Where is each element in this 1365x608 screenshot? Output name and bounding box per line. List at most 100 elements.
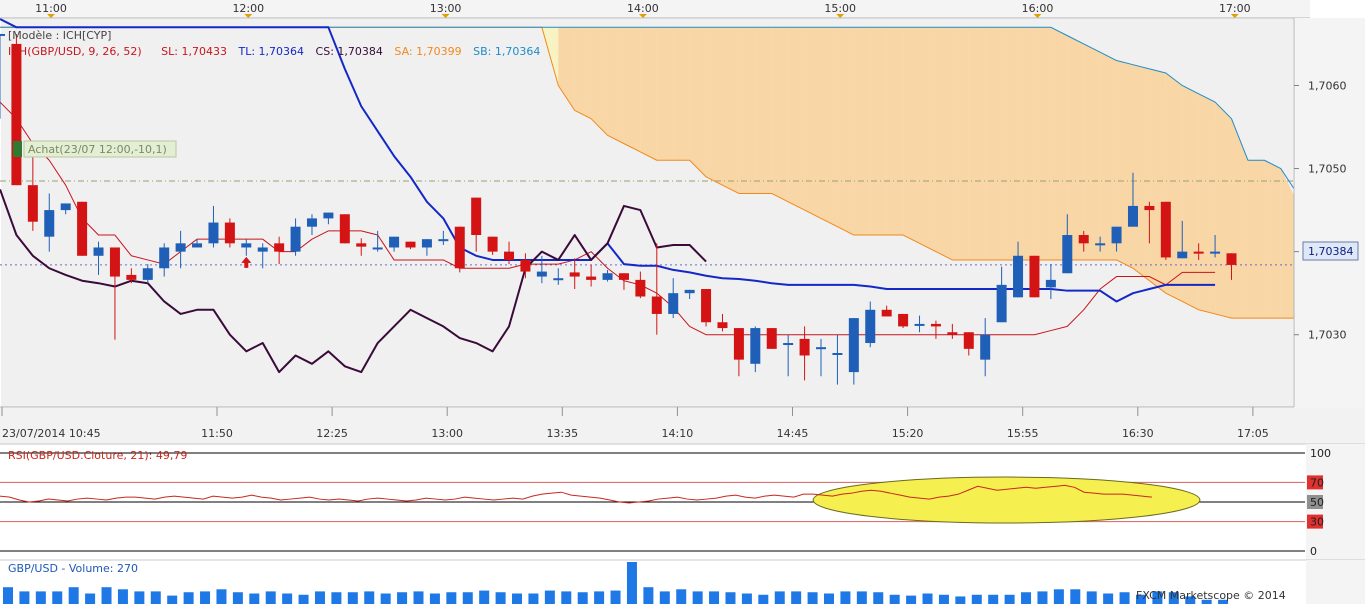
candle-body: [947, 332, 958, 335]
candle-body: [668, 293, 679, 314]
candle-body: [553, 278, 564, 281]
candle-body: [881, 309, 892, 317]
volume-bar: [1103, 593, 1114, 604]
volume-bar: [1004, 594, 1015, 604]
trade-marker[interactable]: Achat(23/07 12:00,-10,1): [13, 140, 177, 158]
cloud-segment: [837, 27, 854, 236]
candle-body: [356, 243, 367, 247]
candle-body: [504, 251, 515, 260]
candle-body: [520, 259, 531, 272]
cloud-segment: [1132, 64, 1150, 281]
rsi-panel-label: RSI(GBP/USD.Cloture, 21): 49,79: [8, 449, 187, 462]
legend-cs: CS: 1,70384: [316, 45, 383, 58]
volume-bar: [1119, 592, 1130, 604]
volume-bar: [413, 591, 424, 604]
cloud-segment: [673, 27, 690, 161]
candle[interactable]: [77, 201, 88, 256]
volume-bar: [364, 591, 375, 604]
cloud-segment: [968, 27, 986, 260]
time-tick-label: 15:55: [1007, 427, 1039, 440]
volume-scale: [1306, 560, 1365, 604]
candle-body: [717, 322, 728, 329]
cloud-segment: [738, 27, 756, 194]
cloud-segment: [952, 27, 969, 260]
cloud-segment: [722, 27, 739, 194]
candle-body: [27, 185, 38, 222]
ichimoku-legend: ICH(GBP/USD, 9, 26, 52) SL: 1,70433 TL: …: [8, 45, 540, 58]
candle-body: [651, 296, 662, 314]
candle-body: [323, 212, 334, 219]
candle-body: [454, 226, 465, 269]
candle[interactable]: [766, 328, 777, 349]
volume-bar: [676, 589, 687, 604]
candle-body: [126, 274, 137, 280]
volume-bar: [938, 594, 949, 604]
candle-body: [1177, 251, 1188, 259]
volume-bar: [85, 593, 96, 604]
volume-bar: [626, 562, 637, 604]
cloud-segment: [935, 27, 953, 260]
legend-sb: SB: 1,70364: [473, 45, 540, 58]
cloud-segment: [607, 27, 624, 144]
candle-body: [93, 247, 104, 256]
candle[interactable]: [454, 226, 465, 273]
volume-bar: [380, 593, 391, 604]
chart-window: 11:00 12:00 13:00 14:00 15:00 16:00 17:00 1,70…: [0, 0, 1365, 604]
chart-canvas[interactable]: 11:00 12:00 13:00 14:00 15:00 16:00 17:00 1,70…: [0, 0, 1365, 604]
legend-tl: TL: 1,70364: [237, 45, 304, 58]
candle-body: [241, 243, 252, 248]
candle-body: [421, 239, 432, 248]
candle-body: [996, 284, 1007, 323]
time-tick-label: 13:35: [546, 427, 578, 440]
candle-body: [208, 222, 219, 244]
candle-body: [914, 323, 925, 326]
candle[interactable]: [898, 313, 909, 329]
candle[interactable]: [701, 289, 712, 327]
volume-bar: [331, 592, 342, 604]
candle-body: [1127, 205, 1138, 227]
candle-body: [799, 338, 810, 356]
candle-body: [372, 247, 383, 250]
candle-body: [898, 313, 909, 327]
top-time-label: 17:00: [1219, 2, 1251, 15]
volume-bar: [167, 595, 178, 604]
volume-bar: [68, 587, 79, 604]
time-tick-label: 15:20: [892, 427, 924, 440]
candle[interactable]: [1160, 201, 1171, 260]
volume-bar: [856, 591, 867, 604]
time-tick-label: 11:50: [201, 427, 233, 440]
candle[interactable]: [224, 218, 235, 248]
candle[interactable]: [339, 214, 350, 244]
time-tick-label: 14:10: [662, 427, 694, 440]
cloud-segment: [755, 27, 772, 194]
cloud-segment: [574, 27, 592, 119]
last-price-tag[interactable]: 1,70384: [1302, 241, 1359, 261]
volume-bar: [692, 591, 703, 604]
volume-bar: [479, 590, 490, 604]
candle-body: [536, 271, 547, 277]
candle-body: [1193, 251, 1204, 254]
candle-body: [1095, 243, 1106, 246]
volume-bar: [314, 591, 325, 604]
candle-body: [0, 33, 5, 36]
volume-bar: [265, 591, 276, 604]
legend-ich: ICH(GBP/USD, 9, 26, 52): [8, 45, 142, 58]
candle-body: [816, 347, 826, 350]
candle-body: [1160, 201, 1171, 258]
candle-body: [1045, 279, 1056, 288]
candle[interactable]: [1029, 255, 1040, 298]
volume-bar: [1021, 592, 1032, 604]
candle-body: [750, 328, 761, 364]
time-tick-label: 17:05: [1237, 427, 1269, 440]
candle-body: [77, 201, 88, 256]
volume-bar: [889, 594, 900, 604]
volume-bar: [134, 591, 145, 604]
price-scale: [1294, 18, 1365, 408]
cloud-segment: [1050, 27, 1068, 260]
volume-bar: [1037, 591, 1048, 604]
volume-bar: [512, 593, 523, 604]
volume-bar: [840, 591, 851, 604]
volume-bar: [791, 591, 802, 604]
price-tick-label: 1,7030: [1308, 329, 1347, 342]
trade-marker-label: Achat(23/07 12:00,-10,1): [28, 143, 167, 156]
